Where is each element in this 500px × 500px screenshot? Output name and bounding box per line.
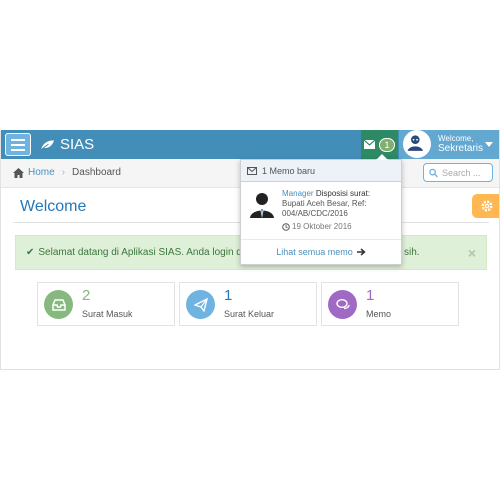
user-info: Welcome, Sekretaris	[438, 134, 483, 154]
home-icon	[13, 167, 24, 178]
memo-dropdown: 1 Memo baru Manager Disposisi surat: Bup…	[240, 154, 402, 265]
messages-badge: 1	[379, 137, 395, 152]
close-icon[interactable]: ×	[468, 245, 476, 261]
card-memo[interactable]: 1 Memo	[321, 282, 459, 326]
gear-icon	[481, 200, 492, 212]
card-value: 1	[224, 287, 233, 304]
caret-down-icon	[485, 142, 493, 147]
search-box[interactable]	[423, 163, 493, 182]
dropdown-arrow	[376, 154, 388, 160]
memo-text: Manager Disposisi surat: Bupati Aceh Bes…	[282, 189, 400, 219]
brand[interactable]: SIAS	[40, 136, 94, 153]
check-icon: ✔	[26, 247, 35, 258]
navbar: SIAS 1 Welcome, Sekretaris	[1, 130, 499, 159]
stat-cards: 2 Surat Masuk 1 Surat Keluar 1 Memo	[37, 282, 459, 326]
memo-subject-line1: Bupati Aceh Besar, Ref:	[282, 199, 367, 208]
memo-sender: Manager	[282, 189, 314, 198]
search-icon	[429, 168, 438, 177]
envelope-icon	[364, 140, 376, 149]
app-window: SIAS 1 Welcome, Sekretaris Home › Dashbo…	[0, 130, 500, 370]
arrow-right-icon	[356, 248, 366, 256]
chevron-right-icon: ›	[61, 167, 66, 178]
settings-button[interactable]	[472, 194, 499, 218]
card-value: 2	[82, 287, 91, 304]
card-label: Surat Keluar	[224, 309, 275, 319]
hamburger-bar	[11, 138, 25, 141]
memo-subject-title: Disposisi surat:	[315, 189, 371, 198]
clock-icon	[282, 222, 290, 231]
dropdown-header-text: 1 Memo baru	[262, 165, 316, 176]
search-input[interactable]	[442, 167, 492, 178]
leaf-icon	[40, 139, 55, 150]
user-menu[interactable]: Welcome, Sekretaris	[399, 130, 499, 159]
memo-date: 19 Oktober 2016	[282, 222, 352, 231]
breadcrumb-current: Dashboard	[72, 167, 121, 178]
memo-item[interactable]: Manager Disposisi surat: Bupati Aceh Bes…	[241, 182, 401, 240]
view-all-memo-link[interactable]: Lihat semua memo	[241, 240, 401, 264]
memo-date-text: 19 Oktober 2016	[292, 222, 352, 231]
card-surat-masuk[interactable]: 2 Surat Masuk	[37, 282, 175, 326]
user-avatar-icon	[250, 193, 274, 218]
brand-name: SIAS	[60, 136, 95, 153]
card-value: 1	[366, 287, 375, 304]
alert-text-tail: sih.	[404, 247, 420, 258]
hamburger-bar	[11, 148, 25, 151]
user-avatar-icon	[405, 132, 426, 153]
paper-plane-icon	[186, 290, 215, 319]
card-label: Memo	[366, 309, 392, 319]
envelope-icon	[247, 166, 257, 175]
card-label: Surat Masuk	[82, 309, 133, 319]
inbox-icon	[44, 290, 73, 319]
card-surat-keluar[interactable]: 1 Surat Keluar	[179, 282, 317, 326]
alert-text: Selamat datang di Aplikasi SIAS. Anda lo…	[38, 247, 251, 258]
avatar	[403, 130, 431, 158]
dropdown-header: 1 Memo baru	[241, 160, 401, 182]
comments-icon	[328, 290, 357, 319]
breadcrumb-home-link[interactable]: Home	[28, 167, 55, 178]
memo-subject-line2: 004/AB/CDC/2016	[282, 209, 348, 218]
page-title: Welcome	[20, 198, 87, 215]
user-name: Sekretaris	[438, 143, 484, 154]
view-all-memo-label: Lihat semua memo	[276, 247, 353, 257]
menu-toggle-button[interactable]	[5, 133, 31, 156]
hamburger-bar	[11, 143, 25, 146]
